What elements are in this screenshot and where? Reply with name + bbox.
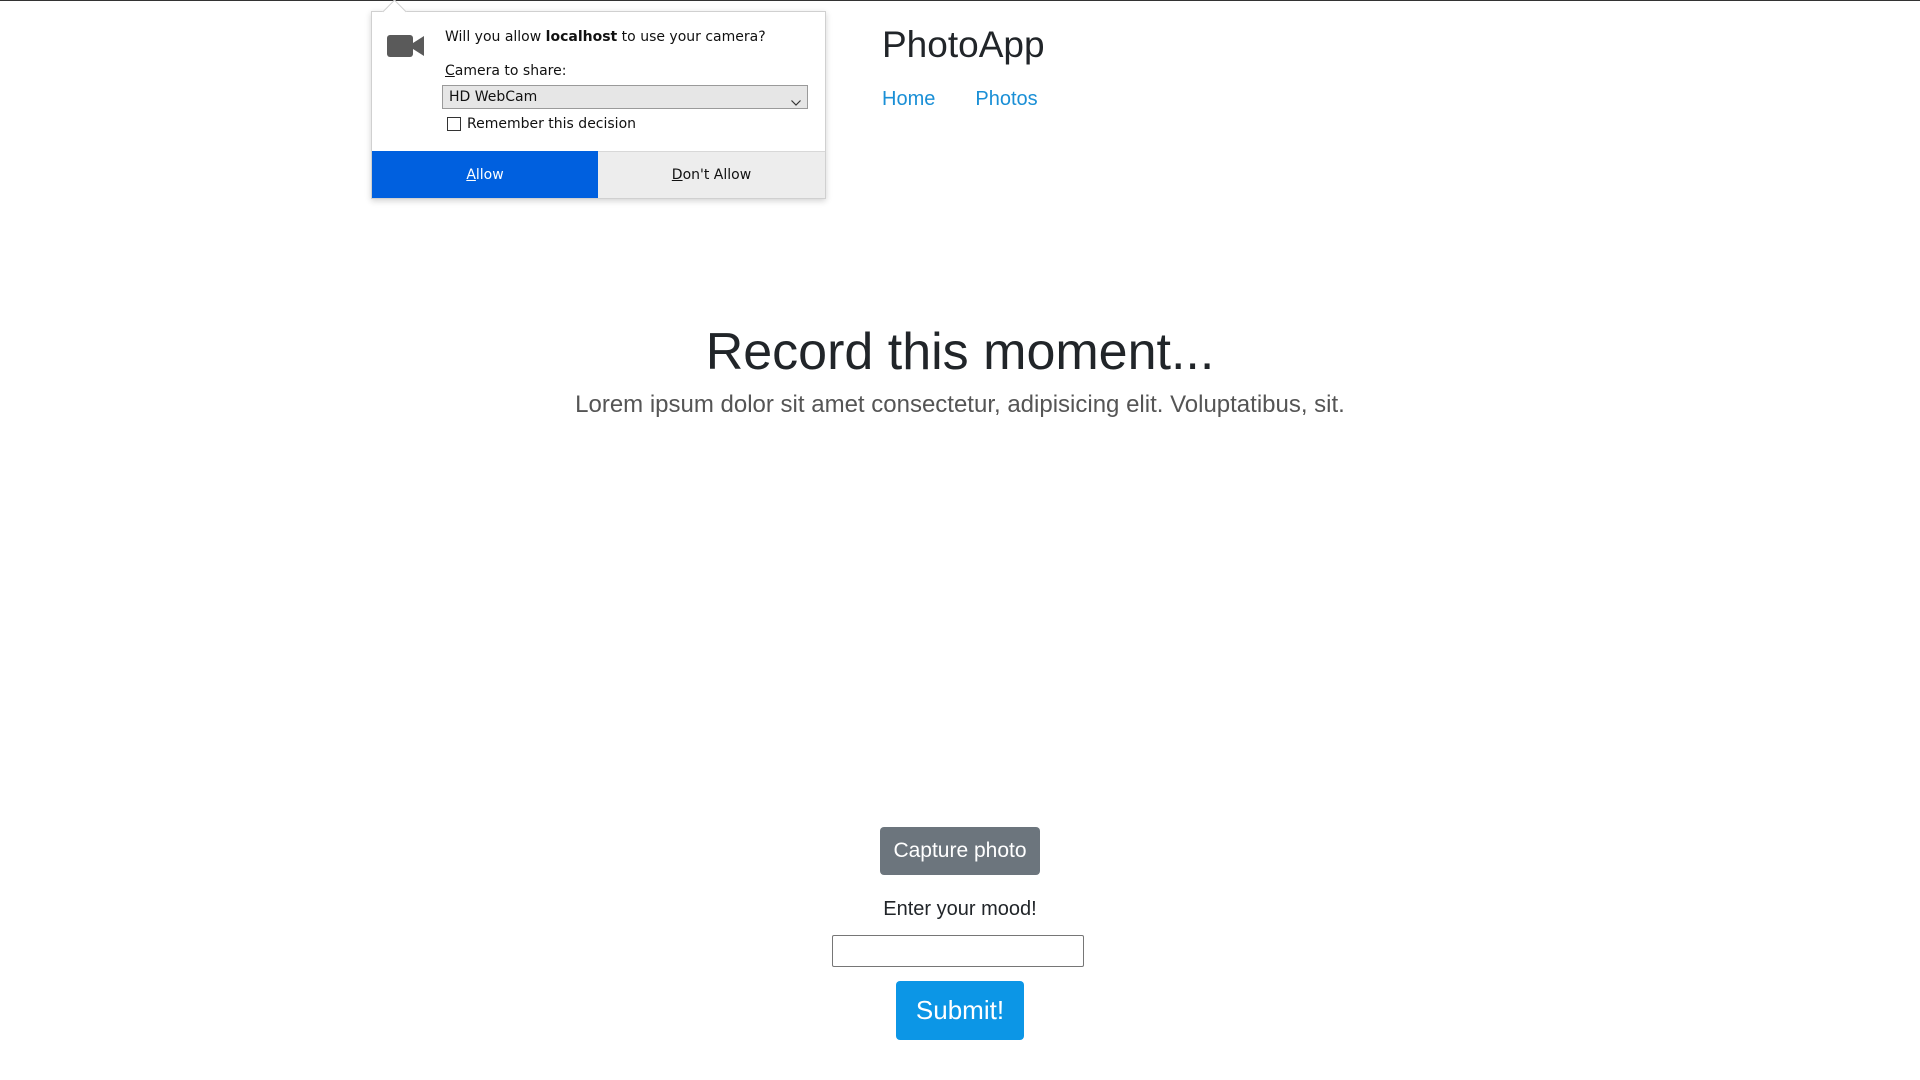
allow-accesskey: A (466, 166, 476, 183)
camera-icon (387, 32, 425, 60)
top-border (0, 0, 1920, 1)
host-name: localhost (545, 29, 618, 45)
nav-photos-link[interactable]: Photos (975, 88, 1037, 111)
hero-title: Record this moment... (705, 323, 1215, 381)
dont-rest: on't Allow (682, 167, 752, 183)
chevron-down-icon (791, 93, 801, 106)
camera-select-value: HD WebCam (449, 89, 538, 105)
mood-input[interactable] (832, 935, 1084, 967)
remember-decision-row[interactable]: Remember this decision (447, 116, 636, 132)
allow-rest: llow (475, 166, 504, 183)
camera-permission-popup: Will you allow localhost to use your cam… (371, 0, 826, 199)
remember-checkbox[interactable] (447, 117, 461, 131)
capture-photo-button[interactable]: Capture photo (880, 827, 1040, 875)
popup-button-bar: Allow Don't Allow (372, 151, 825, 198)
mood-label: Enter your mood! (883, 898, 1037, 920)
dont-allow-button[interactable]: Don't Allow (598, 151, 825, 198)
nav-home-link[interactable]: Home (882, 88, 935, 111)
allow-button[interactable]: Allow (372, 151, 598, 198)
question-suffix: to use your camera? (617, 29, 766, 45)
submit-button[interactable]: Submit! (896, 981, 1024, 1040)
permission-question: Will you allow localhost to use your cam… (445, 29, 766, 45)
remember-label: Remember this decision (467, 116, 637, 132)
question-prefix: Will you allow (445, 29, 546, 45)
main-nav: Home Photos (882, 88, 1078, 111)
camera-label-accesskey: C (445, 63, 455, 79)
dont-accesskey: D (671, 167, 683, 183)
hero-subtitle: Lorem ipsum dolor sit amet consectetur, … (575, 391, 1345, 418)
hero-section: Record this moment... Lorem ipsum dolor … (0, 320, 1920, 419)
popup-arrow (382, 0, 407, 24)
camera-label-rest: amera to share: (454, 63, 567, 79)
camera-share-label: Camera to share: (445, 63, 566, 79)
brand-title[interactable]: PhotoApp (882, 24, 1045, 66)
camera-select[interactable]: HD WebCam (442, 85, 808, 109)
